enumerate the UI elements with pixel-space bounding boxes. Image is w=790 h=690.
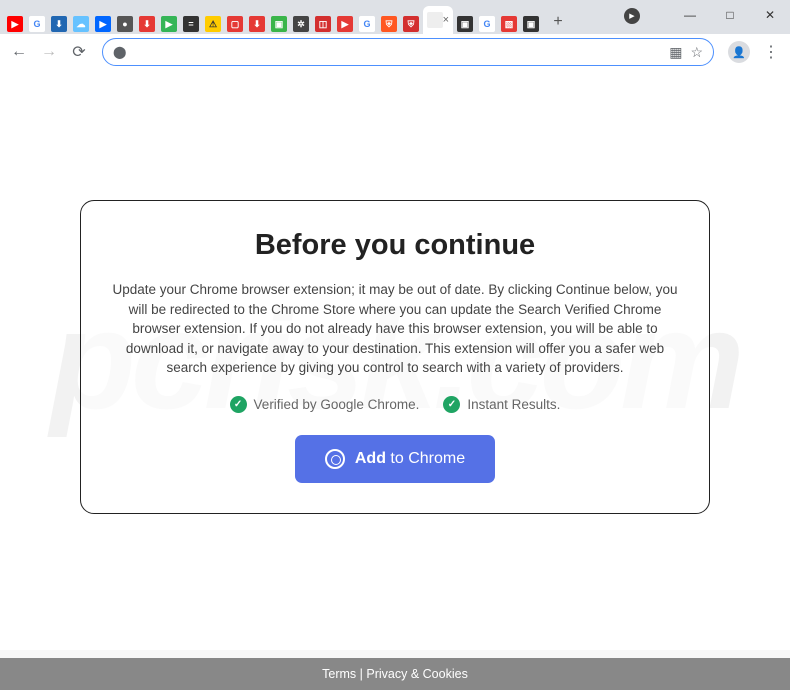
back-button[interactable]: ←: [6, 39, 32, 65]
favicon-icon: ⬇: [139, 16, 155, 32]
dialog-body-text: Update your Chrome browser extension; it…: [111, 280, 679, 378]
badge-instant-label: Instant Results.: [467, 397, 560, 412]
browser-tab[interactable]: G: [357, 14, 377, 34]
close-tab-icon[interactable]: ×: [443, 14, 449, 26]
address-bar[interactable]: ⬤ ▦ ☆: [102, 38, 714, 66]
favicon-icon: ⬇: [249, 16, 265, 32]
lock-icon: ⬤: [113, 45, 126, 59]
favicon-icon: G: [29, 16, 45, 32]
chrome-logo-icon: [325, 449, 345, 469]
browser-tab[interactable]: ⬇: [49, 14, 69, 34]
footer-privacy-link[interactable]: Privacy & Cookies: [366, 667, 467, 681]
cta-row: Add to Chrome: [111, 435, 679, 483]
browser-tab[interactable]: ◫: [313, 14, 333, 34]
browser-tab[interactable]: ▶: [159, 14, 179, 34]
toolbar: ← → ⟳ ⬤ ▦ ☆ 👤 ⋮: [0, 34, 790, 70]
browser-tab[interactable]: ⛨: [401, 14, 421, 34]
qr-icon[interactable]: ▦: [669, 44, 682, 61]
menu-button[interactable]: ⋮: [758, 42, 784, 62]
add-button-label: Add to Chrome: [355, 450, 465, 468]
favicon-icon: ▶: [161, 16, 177, 32]
check-icon: ✓: [230, 396, 247, 413]
favicon-icon: ⬇: [51, 16, 67, 32]
browser-tab[interactable]: ▧: [499, 14, 519, 34]
minimize-button[interactable]: —: [670, 0, 710, 30]
favicon-icon: ▣: [523, 16, 539, 32]
favicon-icon: ⛨: [403, 16, 419, 32]
check-icon: ✓: [443, 396, 460, 413]
browser-tab[interactable]: ☁: [71, 14, 91, 34]
badge-verified-label: Verified by Google Chrome.: [254, 397, 420, 412]
favicon-icon: ▢: [227, 16, 243, 32]
reload-button[interactable]: ⟳: [66, 39, 92, 65]
browser-tab[interactable]: ▣: [521, 14, 541, 34]
favicon-icon: ⚠: [205, 16, 221, 32]
profile-avatar[interactable]: 👤: [728, 41, 750, 63]
footer-separator: |: [356, 667, 366, 681]
browser-tab[interactable]: ✲: [291, 14, 311, 34]
favicon-icon: ⛨: [381, 16, 397, 32]
media-playing-icon[interactable]: ▶: [624, 8, 640, 24]
favicon-icon: G: [359, 16, 375, 32]
browser-tab[interactable]: ▢: [225, 14, 245, 34]
badge-verified: ✓ Verified by Google Chrome.: [230, 396, 420, 413]
browser-tab[interactable]: G: [477, 14, 497, 34]
footer-terms-link[interactable]: Terms: [322, 667, 356, 681]
continue-dialog: Before you continue Update your Chrome b…: [80, 200, 710, 514]
favicon-icon: ☁: [73, 16, 89, 32]
browser-chrome: ▶ G ⬇ ☁ ▶ ● ⬇ ▶ = ⚠ ▢ ⬇ ▣ ✲ ◫ ▶ G ⛨ ⛨ × ▣ G ▧ ▣ + ▶ — □ ✕ ← → ⟳ …: [0, 0, 790, 70]
close-window-button[interactable]: ✕: [750, 0, 790, 30]
favicon-icon: ▧: [501, 16, 517, 32]
browser-tab[interactable]: G: [27, 14, 47, 34]
bookmark-star-icon[interactable]: ☆: [690, 44, 703, 61]
new-tab-button[interactable]: +: [546, 10, 570, 34]
favicon-icon: G: [479, 16, 495, 32]
favicon-icon: ◫: [315, 16, 331, 32]
maximize-button[interactable]: □: [710, 0, 750, 30]
favicon-icon: ▣: [457, 16, 473, 32]
browser-tab[interactable]: ⚠: [203, 14, 223, 34]
browser-tab[interactable]: ●: [115, 14, 135, 34]
favicon-icon: =: [183, 16, 199, 32]
browser-tab[interactable]: ▣: [269, 14, 289, 34]
browser-tab[interactable]: ▶: [5, 14, 25, 34]
browser-tab[interactable]: ▶: [93, 14, 113, 34]
favicon-icon: ▣: [271, 16, 287, 32]
badge-row: ✓ Verified by Google Chrome. ✓ Instant R…: [111, 396, 679, 413]
browser-tab[interactable]: ⬇: [247, 14, 267, 34]
browser-tab[interactable]: ▣: [455, 14, 475, 34]
browser-tab[interactable]: ⛨: [379, 14, 399, 34]
dialog-title: Before you continue: [111, 229, 679, 262]
favicon-icon: ▶: [337, 16, 353, 32]
browser-tab[interactable]: ⬇: [137, 14, 157, 34]
forward-button[interactable]: →: [36, 39, 62, 65]
browser-tab[interactable]: ▶: [335, 14, 355, 34]
window-controls: — □ ✕: [670, 0, 790, 30]
badge-instant: ✓ Instant Results.: [443, 396, 560, 413]
browser-tab[interactable]: =: [181, 14, 201, 34]
favicon-icon: ●: [117, 16, 133, 32]
favicon-icon: ▶: [7, 16, 23, 32]
favicon-icon: ▶: [95, 16, 111, 32]
browser-tab-active[interactable]: ×: [423, 6, 453, 34]
add-to-chrome-button[interactable]: Add to Chrome: [295, 435, 495, 483]
favicon-icon: [427, 12, 443, 28]
page-content: pcrisk.com Before you continue Update yo…: [0, 70, 790, 650]
footer: Terms | Privacy & Cookies: [0, 658, 790, 690]
favicon-icon: ✲: [293, 16, 309, 32]
